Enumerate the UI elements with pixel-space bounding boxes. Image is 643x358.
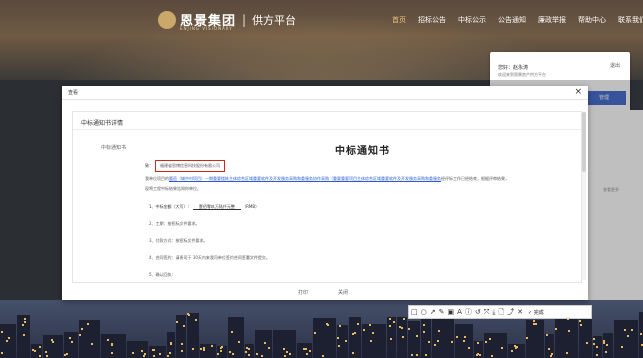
nav-contact-us[interactable]: 联系我们	[618, 15, 643, 25]
close-icon[interactable]: ×	[574, 86, 582, 99]
nav-help-center[interactable]: 帮助中心	[578, 15, 606, 25]
modal-header: 查看 ×	[62, 86, 588, 100]
skyline-building	[255, 330, 272, 358]
document-title: 中标通知书	[335, 146, 390, 157]
skyline-building	[17, 315, 30, 358]
skyline-building	[484, 333, 507, 358]
undo-icon[interactable]: ↺	[475, 306, 481, 318]
main-nav: 首页 招标公告 中标公示 公告通知 廉政举报 帮助中心 联系我们	[392, 15, 643, 25]
text-tool-icon[interactable]: A	[457, 306, 462, 318]
skyline-building	[639, 312, 643, 358]
skyline-building	[545, 334, 554, 358]
skyline-building	[455, 324, 473, 358]
intro-paragraph: 我单位项目的鹿邑（城中村项目）一期重要楼栋主体综合区域重要软件及开发服务采购和委…	[145, 176, 509, 182]
section-divider	[73, 129, 581, 130]
intro-suffix: 经评标工作已经结束，根据评审结果，	[441, 176, 509, 181]
skyline-building	[79, 320, 100, 358]
skyline-building	[176, 315, 186, 358]
addressee-prefix: 致：	[145, 163, 153, 168]
skyline-building	[167, 332, 175, 358]
skyline-building	[387, 317, 396, 358]
amount-unit: （RMB）	[242, 204, 260, 209]
item-payment: 3、付款方式：按招标文件要求。	[149, 238, 208, 243]
skyline-building	[101, 334, 126, 358]
nav-announcements[interactable]: 公告通知	[498, 15, 526, 25]
nav-tender-notice[interactable]: 招标公告	[418, 15, 446, 25]
skyline-building	[187, 313, 199, 358]
skyline-building	[200, 344, 216, 358]
field-label: 中标通知书	[101, 145, 127, 151]
modal-title: 查看	[68, 90, 79, 96]
skyline-building	[273, 330, 296, 358]
amount-label: 1、中标金额（大写）：	[149, 204, 192, 209]
view-modal: 查看 × 中标通知书详情 中标通知书 中标通知书 致： 福建省思博信息科技股份有…	[62, 86, 588, 300]
pen-tool-icon[interactable]: ✎	[439, 306, 445, 318]
intro-prefix: 我单位项目的	[145, 176, 169, 181]
skyline-building	[508, 344, 525, 358]
modal-body: 中标通知书详情 中标通知书 中标通知书 致： 福建省思博信息科技股份有限公司 我…	[72, 111, 582, 283]
screenshot-toolbar: □ ○ ↗ ✎ ▣ A ⓘ ↺ ⤧ ⤓ 🗋 ⤴ ✕ ✓ 完成	[408, 305, 592, 319]
close-button[interactable]: 关闭	[338, 289, 348, 296]
nav-award-publicity[interactable]: 中标公示	[458, 15, 486, 25]
skyline-building	[349, 317, 361, 358]
skyline-building	[149, 346, 166, 358]
skyline-building	[0, 324, 16, 358]
nav-integrity-report[interactable]: 廉政举报	[538, 15, 566, 25]
ellipse-tool-icon[interactable]: ○	[421, 306, 427, 318]
logout-link[interactable]: 退出	[610, 62, 620, 69]
download-icon[interactable]: ⤓	[492, 306, 495, 318]
skyline-building	[593, 336, 602, 358]
skyline-building	[297, 343, 312, 358]
item-contract: 4、合同签约：请贵司于 30天内来我司单位签约合同签署文件提交。	[149, 255, 270, 260]
cancel-icon[interactable]: ✕	[517, 306, 523, 318]
project-link[interactable]: 鹿邑（城中村项目）一期重要楼栋主体综合区域重要软件及开发服务采购和委服务协作采购…	[169, 176, 441, 181]
done-button[interactable]: ✓ 完成	[528, 309, 544, 316]
print-button[interactable]: 打印	[298, 289, 308, 296]
arrow-tool-icon[interactable]: ↗	[430, 306, 436, 318]
modal-footer: 打印 关闭	[62, 286, 588, 300]
skyline-building	[421, 318, 431, 358]
skyline-building	[432, 318, 454, 358]
skyline-building	[64, 332, 78, 358]
amount-value: 壹佰零玖万陆仟元整	[192, 204, 241, 210]
platform-name: 供方平台	[252, 13, 297, 27]
logo-emblem-icon	[158, 10, 176, 29]
addressee-company: 福建省思博信息科技股份有限公司	[155, 160, 225, 172]
skyline-building	[408, 321, 420, 358]
skyline-building	[555, 316, 578, 358]
number-tool-icon[interactable]: ⓘ	[465, 306, 472, 318]
skyline-building	[127, 341, 148, 358]
nav-home[interactable]: 首页	[392, 15, 406, 25]
skyline-building	[474, 341, 483, 358]
skyline-building	[43, 335, 63, 358]
section-title: 中标通知书详情	[81, 120, 124, 127]
brand-separator: |	[242, 12, 247, 27]
rectangle-tool-icon[interactable]: □	[411, 306, 418, 318]
skyline-building	[526, 320, 544, 358]
skyline-building	[31, 344, 42, 358]
skyline-building	[217, 346, 227, 358]
item-duration: 2、工期：按招标文件要求。	[149, 221, 200, 226]
skyline-building	[337, 325, 348, 358]
addressee-line: 致： 福建省思博信息科技股份有限公司	[145, 160, 225, 172]
pin-icon[interactable]: ⤧	[484, 306, 490, 318]
item-receipt: 5、确认回执：	[149, 272, 176, 277]
brand-english: ENJING VISIONARY	[180, 26, 233, 31]
skyline-building	[228, 317, 244, 358]
item-amount: 1、中标金额（大写）： 壹佰零玖万陆仟元整 （RMB）	[149, 204, 259, 210]
modal-scrollbar-thumb[interactable]	[582, 112, 586, 172]
skyline-building	[603, 333, 613, 358]
skyline-building	[397, 317, 407, 358]
skyline-building	[245, 344, 254, 358]
share-icon[interactable]: ⤴	[507, 306, 514, 318]
skyline-building	[313, 318, 336, 358]
intro-line2: 现将工程中标结果告知你单位。	[145, 186, 201, 191]
skyline-building	[362, 324, 386, 358]
mosaic-tool-icon[interactable]: ▣	[447, 306, 454, 318]
copy-icon[interactable]: 🗋	[499, 306, 505, 318]
user-greeting: 您好：赵永涛	[498, 65, 529, 71]
user-welcome: 欢迎来到恩景房产供方平台	[498, 72, 546, 77]
skyline-building	[614, 320, 638, 358]
